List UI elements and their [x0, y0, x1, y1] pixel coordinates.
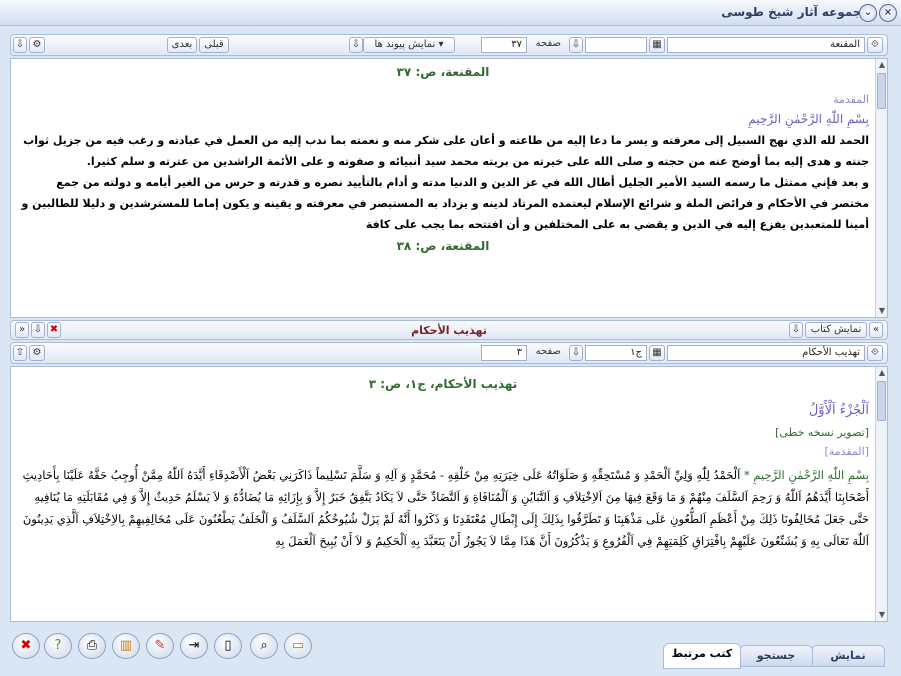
- window-menu-button[interactable]: ⌄: [859, 4, 877, 22]
- scrollbar[interactable]: ▲ ▼: [875, 367, 887, 621]
- show-links-button[interactable]: نمایش پیوند ها ▾: [363, 37, 455, 53]
- help-icon[interactable]: ?: [44, 633, 72, 659]
- paragraph: و بعد فإني ممتثل ما رسمه السيد الأمير ال…: [21, 176, 869, 231]
- page-header: المقنعة، ص: ٣٨: [396, 239, 490, 253]
- separator-star-icon: *: [740, 468, 750, 482]
- middle-bar: « نمایش کتاب ⇩ تهذیب الأحکام ✖ ⇩ »: [10, 320, 888, 340]
- close-window-button[interactable]: ×: [879, 4, 897, 22]
- books-icon[interactable]: ▥: [112, 633, 140, 659]
- hadith-text: بِسْمِ اللّٰهِ الرَّحْمٰنِ الرَّحِيمِ * …: [17, 464, 869, 552]
- edit-icon[interactable]: ✎: [146, 633, 174, 659]
- scroll-up-icon[interactable]: ▲: [877, 60, 887, 70]
- table-icon[interactable]: ▦: [649, 345, 665, 361]
- page-label: صفحه: [535, 346, 561, 357]
- top-toolbar: ⟐ المقنعة ▦ ⇩ صفحه ٣٧ نمایش پیوند ها ▾ ⇩…: [10, 34, 888, 56]
- section-label: المقدمة: [833, 93, 869, 106]
- next-button[interactable]: بعدی: [167, 37, 197, 53]
- download-icon[interactable]: ⇩: [13, 37, 27, 53]
- blank-page-icon[interactable]: ▯: [214, 633, 242, 659]
- close-icon[interactable]: ✖: [12, 633, 40, 659]
- tab-related-books[interactable]: کتب مرتبط: [663, 643, 741, 669]
- paragraph: الحمد لله الذي نهج السبيل إلى معرفته و ي…: [23, 134, 869, 168]
- scrollbar[interactable]: ▲ ▼: [875, 59, 887, 317]
- title-bar: مجموعه آثار شیخ طوسی × ⌄: [0, 0, 901, 26]
- page-header: المقنعة، ص: ٣٧: [396, 65, 490, 79]
- table-icon[interactable]: ▦: [649, 37, 665, 53]
- export-icon[interactable]: ⇥: [180, 633, 208, 659]
- volume-field[interactable]: [585, 37, 647, 53]
- page-header: تهذيب الأحكام، ج١، ص: ٣: [368, 377, 518, 391]
- bismillah: بِسْمِ اللّٰهِ الرَّحْمٰنِ الرَّحِيمِ: [748, 112, 869, 126]
- window-title: مجموعه آثار شیخ طوسی: [721, 5, 869, 19]
- show-links-label: نمایش پیوند ها: [374, 39, 436, 50]
- page-field[interactable]: ٣٧: [481, 37, 527, 53]
- volume-dropdown-icon[interactable]: ⇩: [569, 345, 583, 361]
- settings-icon[interactable]: ⚙: [29, 37, 45, 53]
- juz-title: اَلْجُزْءُ اَلْأَوَّلُ: [808, 403, 869, 418]
- ruler-icon[interactable]: ▭: [284, 633, 312, 659]
- lower-toolbar: ⟐ تهذیب الأحکام ▦ ج١ ⇩ صفحه ٣ ⚙ ⇧: [10, 342, 888, 364]
- scroll-down-icon[interactable]: ▼: [877, 306, 887, 316]
- upload-icon[interactable]: ⇧: [13, 345, 27, 361]
- manuscript-label: [تصوير نسخه خطى]: [775, 426, 869, 439]
- settings-icon[interactable]: ⚙: [29, 345, 45, 361]
- text-pane-top[interactable]: المقنعة، ص: ٣٧ المقدمة بِسْمِ اللّٰهِ ال…: [10, 58, 888, 318]
- scroll-down-icon[interactable]: ▼: [877, 610, 887, 620]
- book-select-icon[interactable]: ⟐: [867, 345, 883, 361]
- tab-show[interactable]: نمایش: [811, 645, 885, 667]
- close-pane-icon[interactable]: ✖: [47, 322, 61, 338]
- book-select-icon[interactable]: ⟐: [867, 37, 883, 53]
- page-field[interactable]: ٣: [481, 345, 527, 361]
- middle-bar-title: تهذیب الأحکام: [411, 324, 487, 337]
- section-label: [المقدمة]: [824, 445, 869, 458]
- bottom-bar: ✖ ? ⎙ ▥ ✎ ⇥ ▯ ⌕ ▭ نمایش جستجو کتب مرتبط: [0, 625, 901, 676]
- page-label: صفحه: [535, 38, 561, 49]
- scroll-thumb[interactable]: [877, 381, 886, 421]
- text-pane-bottom[interactable]: تهذيب الأحكام، ج١، ص: ٣ اَلْجُزْءُ اَلْأ…: [10, 366, 888, 622]
- scroll-up-icon[interactable]: ▲: [877, 368, 887, 378]
- bismillah: بِسْمِ اللّٰهِ الرَّحْمٰنِ الرَّحِيمِ: [753, 468, 869, 482]
- scroll-thumb[interactable]: [877, 73, 886, 109]
- volume-field[interactable]: ج١: [585, 345, 647, 361]
- links-down-icon[interactable]: ⇩: [349, 37, 363, 53]
- collapse-icon[interactable]: »: [15, 322, 29, 338]
- book-field[interactable]: تهذیب الأحکام: [667, 345, 865, 361]
- prev-button[interactable]: قبلی: [199, 37, 229, 53]
- tab-search[interactable]: جستجو: [739, 645, 813, 667]
- search-icon[interactable]: ⌕: [250, 633, 278, 659]
- volume-dropdown-icon[interactable]: ⇩: [569, 37, 583, 53]
- pane-down-icon[interactable]: ⇩: [31, 322, 45, 338]
- print-icon[interactable]: ⎙: [78, 633, 106, 659]
- book-field[interactable]: المقنعة: [667, 37, 865, 53]
